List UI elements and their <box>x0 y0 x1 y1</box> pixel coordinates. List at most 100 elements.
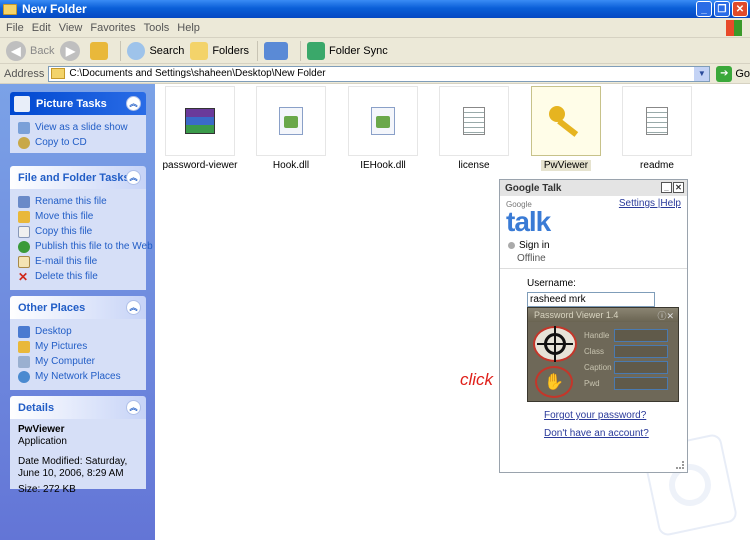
menu-view[interactable]: View <box>59 22 83 34</box>
details-title: Details <box>18 401 55 414</box>
password-viewer-window: Password Viewer 1.4 ⓘ✕ ✋ Handle Class Ca… <box>527 307 679 402</box>
menu-favorites[interactable]: Favorites <box>90 22 135 34</box>
details-header[interactable]: Details ︽ <box>10 396 146 419</box>
pv-class-field[interactable] <box>614 344 668 358</box>
details-file-name: PwViewer <box>18 424 65 435</box>
desktop-icon <box>18 325 30 338</box>
task-publish[interactable]: Publish this file to the Web <box>18 239 153 254</box>
minimize-button[interactable]: _ <box>696 1 712 17</box>
up-folder-icon <box>90 41 109 60</box>
slideshow-icon <box>18 121 30 134</box>
username-field[interactable]: rasheed mrk <box>527 292 655 307</box>
dll-file-icon <box>256 86 326 156</box>
views-button[interactable] <box>264 41 292 60</box>
picture-tasks-header[interactable]: Picture Tasks ︽ <box>10 92 146 115</box>
task-label: View as a slide show <box>35 122 128 133</box>
task-rename[interactable]: Rename this file <box>18 194 138 209</box>
back-button[interactable]: ◀ Back <box>6 40 54 61</box>
pv-window-buttons[interactable]: ⓘ✕ <box>657 309 674 322</box>
place-my-computer[interactable]: My Computer <box>18 354 138 369</box>
task-delete[interactable]: ✕ Delete this file <box>18 269 138 284</box>
folder-sync-button[interactable]: Folder Sync <box>307 41 388 60</box>
gtalk-top-links: Settings |Help <box>618 198 681 209</box>
help-link[interactable]: Help <box>660 198 681 209</box>
task-slide-show[interactable]: View as a slide show <box>18 120 138 135</box>
cd-icon <box>18 136 30 149</box>
menu-edit[interactable]: Edit <box>32 22 51 34</box>
chevron-down-icon[interactable]: ▼ <box>694 66 710 81</box>
pictures-folder-icon <box>18 340 30 353</box>
hand-icon[interactable]: ✋ <box>535 366 573 398</box>
key-icon <box>531 86 601 156</box>
pv-pwd-field[interactable] <box>614 376 668 390</box>
task-copy[interactable]: Copy this file <box>18 224 138 239</box>
task-label: Publish this file to the Web <box>35 241 153 252</box>
menu-file[interactable]: File <box>6 22 24 34</box>
gtalk-minimize-button[interactable]: _ <box>661 182 672 193</box>
dll-file-icon <box>348 86 418 156</box>
pv-field-label: Handle <box>584 330 610 340</box>
gtalk-title: Google Talk <box>505 182 562 194</box>
delete-icon: ✕ <box>18 269 29 284</box>
folder-icon <box>3 3 17 15</box>
task-label: E-mail this file <box>35 256 98 267</box>
search-button[interactable]: Search <box>127 41 184 60</box>
gtalk-titlebar: Google Talk _ ✕ <box>500 180 687 196</box>
task-email[interactable]: E-mail this file <box>18 254 138 269</box>
go-button[interactable]: ➔ Go <box>716 65 750 82</box>
click-annotation: click <box>460 370 494 389</box>
task-copy-cd[interactable]: Copy to CD <box>18 135 138 150</box>
folders-button[interactable]: Folders <box>190 41 249 60</box>
task-label: Copy this file <box>35 226 93 237</box>
sign-in-status[interactable]: Sign in <box>508 240 550 251</box>
pv-field-label: Pwd <box>584 378 600 388</box>
details-size: Size: 272 KB <box>18 484 76 495</box>
file-item[interactable]: password-viewer <box>155 86 245 171</box>
forgot-password-link[interactable]: Forgot your password? <box>544 410 646 421</box>
file-item[interactable]: license <box>429 86 519 171</box>
file-item[interactable]: IEHook.dll <box>338 86 428 171</box>
file-name: readme <box>640 160 674 171</box>
restore-button[interactable]: ❐ <box>714 1 730 17</box>
pv-handle-field[interactable] <box>614 328 668 342</box>
move-icon <box>18 210 30 223</box>
place-desktop[interactable]: Desktop <box>18 324 138 339</box>
collapse-icon[interactable]: ︽ <box>126 400 141 415</box>
task-move[interactable]: Move this file <box>18 209 138 224</box>
up-folder-button[interactable] <box>90 41 112 60</box>
email-icon <box>18 255 30 268</box>
resize-grip-icon[interactable] <box>676 461 684 469</box>
sign-in-label: Sign in <box>519 240 550 251</box>
crosshair-target-icon[interactable] <box>533 326 577 362</box>
close-button[interactable]: ✕ <box>732 1 748 17</box>
settings-link[interactable]: Settings <box>619 198 655 209</box>
pv-caption-field[interactable] <box>614 360 668 374</box>
picture-icon <box>14 95 30 112</box>
menu-tools[interactable]: Tools <box>144 22 170 34</box>
computer-icon <box>18 355 30 368</box>
views-icon <box>264 41 289 60</box>
details-file-type: Application <box>18 436 67 447</box>
pv-titlebar: Password Viewer 1.4 ⓘ✕ <box>528 308 678 322</box>
file-item-selected[interactable]: PwViewer <box>521 86 611 171</box>
forward-button[interactable]: ▶ <box>60 40 84 61</box>
place-network[interactable]: My Network Places <box>18 369 138 384</box>
gtalk-close-button[interactable]: ✕ <box>673 182 684 193</box>
file-item[interactable]: Hook.dll <box>246 86 336 171</box>
folder-sync-label: Folder Sync <box>329 44 388 57</box>
other-places-header[interactable]: Other Places ︽ <box>10 296 146 319</box>
file-folder-tasks-header[interactable]: File and Folder Tasks ︽ <box>10 166 146 189</box>
collapse-icon[interactable]: ︽ <box>126 300 141 315</box>
folder-icon <box>51 68 66 79</box>
text-document-icon <box>439 86 509 156</box>
place-my-pictures[interactable]: My Pictures <box>18 339 138 354</box>
collapse-icon[interactable]: ︽ <box>126 96 141 111</box>
address-input[interactable]: C:\Documents and Settings\shaheen\Deskto… <box>48 65 711 82</box>
menu-help[interactable]: Help <box>177 22 200 34</box>
file-name: Hook.dll <box>272 160 310 171</box>
collapse-icon[interactable]: ︽ <box>126 170 141 185</box>
logo-talk-text: talk <box>506 208 551 236</box>
no-account-link[interactable]: Don't have an account? <box>544 428 649 439</box>
task-pane: Picture Tasks ︽ View as a slide show Cop… <box>0 84 155 540</box>
file-item[interactable]: readme <box>612 86 702 171</box>
